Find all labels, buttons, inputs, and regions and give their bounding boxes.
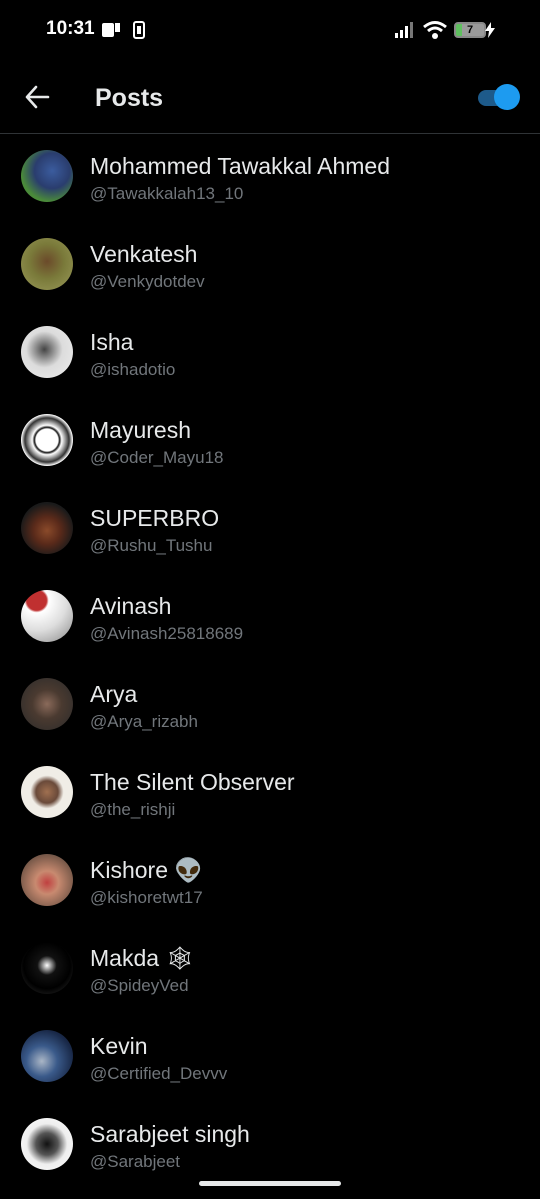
avatar[interactable] bbox=[21, 854, 73, 906]
user-name: Sarabjeet singh bbox=[90, 1121, 250, 1147]
user-row[interactable]: Makda 🕸 @SpideyVed bbox=[0, 926, 540, 1014]
top-app-bar: Posts bbox=[0, 62, 540, 134]
user-row[interactable]: Isha @ishadotio bbox=[0, 310, 540, 398]
user-row[interactable]: Kishore 👽 @kishoretwt17 bbox=[0, 838, 540, 926]
avatar[interactable] bbox=[21, 238, 73, 290]
posts-toggle[interactable] bbox=[478, 84, 520, 110]
user-name: Kevin bbox=[90, 1033, 148, 1059]
user-name: SUPERBRO bbox=[90, 505, 220, 531]
user-name: Arya bbox=[90, 681, 138, 707]
signal-icon bbox=[395, 22, 413, 38]
battery-saver-icon bbox=[133, 21, 145, 39]
user-list: Mohammed Tawakkal Ahmed @Tawakkalah13_10… bbox=[0, 134, 540, 1190]
avatar[interactable] bbox=[21, 678, 73, 730]
avatar[interactable] bbox=[21, 1030, 73, 1082]
user-name: Isha bbox=[90, 329, 134, 355]
user-name: Venkatesh bbox=[90, 241, 198, 267]
user-handle: @Arya_rizabh bbox=[90, 712, 198, 731]
user-handle: @the_rishji bbox=[90, 800, 176, 819]
user-handle: @kishoretwt17 bbox=[90, 888, 203, 907]
avatar[interactable] bbox=[21, 150, 73, 202]
home-indicator[interactable] bbox=[199, 1181, 341, 1186]
user-row[interactable]: Venkatesh @Venkydotdev bbox=[0, 222, 540, 310]
avatar[interactable] bbox=[21, 502, 73, 554]
avatar[interactable] bbox=[21, 942, 73, 994]
toggle-knob bbox=[494, 84, 520, 110]
user-name: The Silent Observer bbox=[90, 769, 295, 795]
user-handle: @Sarabjeet bbox=[90, 1152, 181, 1171]
user-handle: @Coder_Mayu18 bbox=[90, 448, 224, 467]
charging-icon bbox=[485, 22, 495, 38]
user-handle: @ishadotio bbox=[90, 360, 176, 379]
wifi-icon bbox=[423, 21, 447, 39]
user-name: Kishore 👽 bbox=[90, 857, 204, 883]
user-name: Mohammed Tawakkal Ahmed bbox=[90, 153, 390, 179]
avatar[interactable] bbox=[21, 766, 73, 818]
user-handle: @Rushu_Tushu bbox=[90, 536, 213, 555]
user-handle: @SpideyVed bbox=[90, 976, 189, 995]
user-name: Mayuresh bbox=[90, 417, 191, 443]
avatar[interactable] bbox=[21, 414, 73, 466]
user-row[interactable]: Arya @Arya_rizabh bbox=[0, 662, 540, 750]
battery-icon: 7 bbox=[454, 22, 486, 38]
avatar[interactable] bbox=[21, 326, 73, 378]
page-title: Posts bbox=[95, 84, 164, 112]
user-handle: @Tawakkalah13_10 bbox=[90, 184, 244, 203]
user-row[interactable]: SUPERBRO @Rushu_Tushu bbox=[0, 486, 540, 574]
user-handle: @Venkydotdev bbox=[90, 272, 205, 291]
user-row[interactable]: Mohammed Tawakkal Ahmed @Tawakkalah13_10 bbox=[0, 134, 540, 222]
user-row[interactable]: Sarabjeet singh @Sarabjeet bbox=[0, 1102, 540, 1190]
user-row[interactable]: The Silent Observer @the_rishji bbox=[0, 750, 540, 838]
user-name: Avinash bbox=[90, 593, 172, 619]
user-row[interactable]: Kevin @Certified_Devvv bbox=[0, 1014, 540, 1102]
back-arrow-icon[interactable] bbox=[24, 84, 50, 110]
status-bar: 10:31 7 bbox=[0, 0, 540, 62]
user-row[interactable]: Mayuresh @Coder_Mayu18 bbox=[0, 398, 540, 486]
user-handle: @Certified_Devvv bbox=[90, 1064, 228, 1083]
user-handle: @Avinash25818689 bbox=[90, 624, 244, 643]
avatar[interactable] bbox=[21, 1118, 73, 1170]
user-row[interactable]: Avinash @Avinash25818689 bbox=[0, 574, 540, 662]
avatar[interactable] bbox=[21, 590, 73, 642]
user-name: Makda 🕸 bbox=[90, 945, 195, 971]
status-time: 10:31 bbox=[46, 18, 95, 39]
notification-icon bbox=[102, 23, 120, 37]
